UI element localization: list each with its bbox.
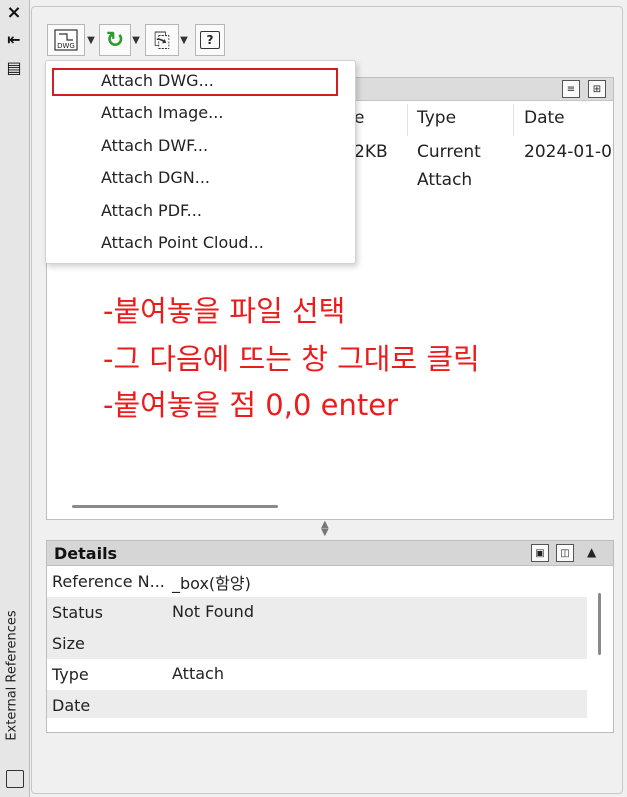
details-row: Type Attach	[47, 659, 587, 690]
row-date-cell: 2024-01-0	[524, 142, 612, 162]
change-path-button[interactable]: ⎘	[145, 24, 179, 56]
refresh-button[interactable]: ↻	[99, 24, 131, 56]
attach-dwg-icon: DWG	[54, 29, 78, 51]
refresh-icon: ↻	[105, 27, 125, 53]
details-view-icon[interactable]: ▣	[531, 544, 549, 562]
annotation-line-3: -붙여놓을 점 0,0 enter	[103, 388, 398, 422]
preview-view-icon[interactable]: ◫	[556, 544, 574, 562]
details-value-status: Not Found	[172, 602, 254, 621]
details-row: Status Not Found	[47, 597, 587, 628]
menu-item-attach-point-cloud[interactable]: Attach Point Cloud...	[101, 233, 264, 252]
details-label: Size	[52, 634, 85, 653]
menu-item-attach-pdf[interactable]: Attach PDF...	[101, 201, 202, 220]
details-label: Type	[52, 665, 89, 684]
column-separator	[513, 104, 514, 136]
panel-splitter-handle[interactable]: ▲ ▼	[321, 520, 329, 538]
details-label: Status	[52, 603, 103, 622]
row-type-cell-line2: Attach	[417, 170, 473, 190]
details-header: Details ▣ ◫ ▲	[47, 541, 613, 566]
collapse-chevron-up-icon[interactable]: ▲	[587, 545, 596, 559]
help-icon: ?	[200, 31, 220, 49]
menu-item-attach-image[interactable]: Attach Image...	[101, 103, 223, 122]
details-title: Details	[54, 544, 118, 563]
clipboard-icon	[6, 770, 24, 788]
annotation-line-1: -붙여놓을 파일 선택	[103, 294, 346, 328]
details-pane: Details ▣ ◫ ▲ Reference N... _box(함양) St…	[46, 540, 614, 733]
details-vertical-scrollbar[interactable]	[598, 593, 601, 655]
close-icon[interactable]: ×	[4, 2, 24, 23]
change-path-icon: ⎘	[154, 28, 170, 52]
tree-view-icon[interactable]: ⊞	[588, 80, 606, 98]
row-type-cell: Current	[417, 142, 481, 162]
row-size-cell: 2KB	[354, 142, 388, 162]
attach-dwg-button[interactable]: DWG	[47, 24, 85, 56]
column-header-date[interactable]: Date	[524, 108, 565, 128]
column-separator	[407, 104, 408, 136]
palette-side-bar: × ⇤ ▤ External References	[0, 0, 30, 797]
menu-item-attach-dwg[interactable]: Attach DWG...	[101, 71, 214, 90]
refresh-dropdown-chevron-icon[interactable]: ▼	[129, 24, 143, 56]
svg-text:DWG: DWG	[57, 42, 75, 50]
details-label: Reference N...	[52, 572, 165, 591]
collapse-icon[interactable]: ⇤	[4, 30, 24, 49]
attach-dropdown-menu: Attach DWG... Attach Image... Attach DWF…	[45, 60, 356, 264]
column-header-type[interactable]: Type	[417, 108, 456, 128]
properties-icon[interactable]: ▤	[4, 58, 24, 77]
palette-title-vertical: External References	[4, 610, 20, 741]
details-label: Date	[52, 696, 91, 715]
details-row: Reference N... _box(함양)	[47, 566, 587, 597]
details-value-reference-name[interactable]: _box(함양)	[172, 570, 251, 594]
annotation-line-2: -그 다음에 뜨는 창 그대로 클릭	[103, 342, 480, 376]
list-view-icon[interactable]: ≡	[562, 80, 580, 98]
details-row: Size	[47, 628, 587, 659]
help-button[interactable]: ?	[195, 24, 225, 56]
details-value-type[interactable]: Attach	[172, 664, 224, 683]
details-row: Date	[47, 690, 587, 718]
attach-dropdown-chevron-icon[interactable]: ▼	[84, 24, 98, 56]
menu-item-attach-dwf[interactable]: Attach DWF...	[101, 136, 208, 155]
change-path-dropdown-chevron-icon[interactable]: ▼	[177, 24, 191, 56]
menu-item-attach-dgn[interactable]: Attach DGN...	[101, 168, 210, 187]
horizontal-scrollbar[interactable]	[72, 505, 278, 508]
